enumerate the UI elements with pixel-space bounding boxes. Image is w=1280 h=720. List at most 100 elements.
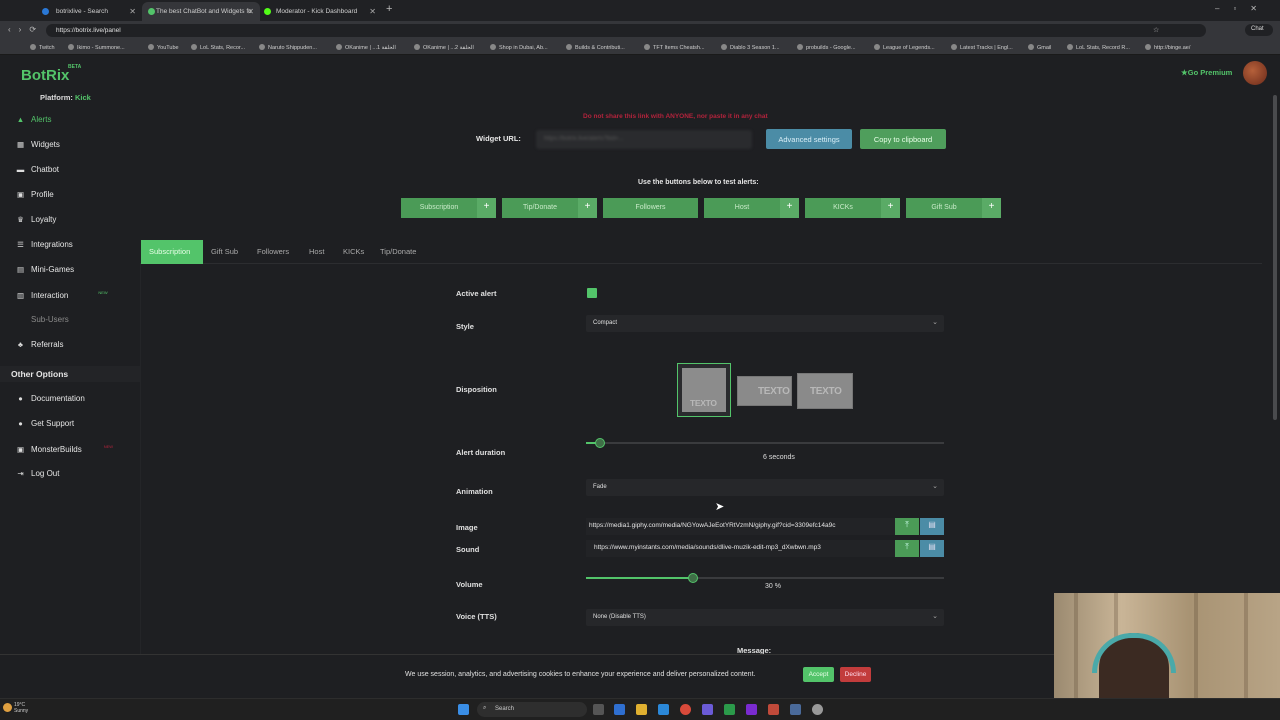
sidebar-item-chatbot[interactable]: ▬ Chatbot xyxy=(16,165,59,174)
upload-image-button[interactable]: ⤒ xyxy=(895,518,919,535)
sidebar-item-widgets[interactable]: ▦ Widgets xyxy=(16,140,60,149)
sidebar-item-documentation[interactable]: ● Documentation xyxy=(16,394,85,403)
sidebar-item-referrals[interactable]: ♣ Referrals xyxy=(16,340,63,349)
nav-arrows-icon[interactable]: ‹›⟳ xyxy=(8,25,44,34)
advanced-settings-button[interactable]: Advanced settings xyxy=(766,129,852,149)
active-alert-checkbox[interactable] xyxy=(587,288,597,298)
avatar[interactable] xyxy=(1243,61,1267,85)
test-tip-button[interactable]: Tip/Donate + xyxy=(502,198,597,218)
bookmark[interactable]: Naruto Shippuden... xyxy=(259,44,317,51)
bookmark[interactable]: Gmail xyxy=(1028,44,1051,51)
browser-tab[interactable]: botrixlive - Search ✕ xyxy=(20,2,142,21)
test-button-label: Subscription xyxy=(419,204,459,211)
sidebar-item-integrations[interactable]: ☰ Integrations xyxy=(16,240,73,249)
taskbar-search[interactable]: ⌕ Search xyxy=(477,702,587,717)
sidebar-item-alerts[interactable]: ▲ Alerts xyxy=(16,115,52,124)
bookmark[interactable]: Diablo 3 Season 1... xyxy=(721,44,780,51)
integrations-icon: ☰ xyxy=(17,240,24,249)
chat-extension-icon[interactable]: Chat xyxy=(1245,24,1273,36)
disposition-option-overlay[interactable]: TEXTO xyxy=(797,373,853,409)
bookmark[interactable]: Twitch xyxy=(30,44,55,51)
style-select[interactable]: Compact ⌄ xyxy=(586,315,944,332)
sidebar-item-mini-games[interactable]: ▤ Mini-Games xyxy=(16,265,74,274)
sidebar-item-sub-users[interactable]: Sub-Users xyxy=(16,315,69,324)
volume-slider[interactable] xyxy=(586,573,944,583)
bookmark[interactable]: LoL Stats, Recor... xyxy=(191,44,245,51)
decline-cookies-button[interactable]: Decline xyxy=(840,667,871,682)
discord-icon[interactable] xyxy=(702,704,713,715)
new-tab-button[interactable]: + xyxy=(386,3,392,15)
bookmark[interactable]: TFT Items Cheatsh... xyxy=(644,44,705,51)
test-host-button[interactable]: Host + xyxy=(704,198,799,218)
windows-start-icon[interactable] xyxy=(458,704,469,715)
bookmark[interactable]: OKanime | ...2 الحلقة xyxy=(414,44,474,51)
bookmark[interactable]: YouTube xyxy=(148,44,179,51)
widget-url-field[interactable]: https://botrix.live/alerts?bid=... xyxy=(536,130,752,149)
test-subscription-button[interactable]: Subscription + xyxy=(401,198,496,218)
voice-tts-select[interactable]: None (Disable TTS) ⌄ xyxy=(586,609,944,626)
bookmark[interactable]: League of Legends... xyxy=(874,44,935,51)
url-field[interactable]: https://botrix.live/panel xyxy=(46,24,1206,37)
twitch-icon[interactable] xyxy=(746,704,757,715)
close-tab-icon[interactable]: ✕ xyxy=(247,7,254,16)
bookmark[interactable]: Latest Tracks | Engl... xyxy=(951,44,1013,51)
sidebar-item-interaction[interactable]: ▥ Interaction NEW xyxy=(16,290,108,300)
page-scrollbar[interactable] xyxy=(1273,95,1277,420)
sound-url-input[interactable]: https://www.myinstants.com/media/sounds/… xyxy=(586,540,896,557)
test-followers-button[interactable]: Followers xyxy=(603,198,698,218)
weather-widget[interactable]: 19°C Sunny xyxy=(3,702,28,714)
bookmark[interactable]: probuilds - Google... xyxy=(797,44,856,51)
test-kicks-button[interactable]: KICKs + xyxy=(805,198,900,218)
sidebar-item-profile[interactable]: ▣ Profile xyxy=(16,190,54,199)
sidebar-item-log-out[interactable]: ⇥ Log Out xyxy=(16,469,59,478)
edge-icon[interactable] xyxy=(658,704,669,715)
image-url-input[interactable]: https://media1.giphy.com/media/NGYowAJeE… xyxy=(586,518,896,535)
tab-kicks[interactable]: KICKs xyxy=(343,240,364,264)
app-icon[interactable] xyxy=(790,704,801,715)
botrix-logo[interactable]: BotRix xyxy=(21,67,69,84)
image-library-button[interactable]: ▤ xyxy=(920,518,944,535)
tab-tip-donate[interactable]: Tip/Donate xyxy=(380,240,416,264)
duration-slider-handle[interactable] xyxy=(595,438,605,448)
browser-tab-active[interactable]: The best ChatBot and Widgets fo ✕ xyxy=(142,2,260,21)
copilot-icon[interactable] xyxy=(614,704,625,715)
bookmark-star-icon[interactable]: ☆ xyxy=(1153,26,1159,34)
duration-slider[interactable] xyxy=(586,438,944,448)
bookmark[interactable]: Ikimo - Summone... xyxy=(68,44,125,51)
tab-followers[interactable]: Followers xyxy=(257,240,289,264)
volume-slider-handle[interactable] xyxy=(688,573,698,583)
sound-library-button[interactable]: ▤ xyxy=(920,540,944,557)
app-icon[interactable] xyxy=(812,704,823,715)
task-view-icon[interactable] xyxy=(593,704,604,715)
bookmark[interactable]: LoL Stats, Record R... xyxy=(1067,44,1130,51)
disposition-text: TEXTO xyxy=(690,398,717,408)
bookmark[interactable]: http://binge.ae/ xyxy=(1145,44,1190,51)
test-gift-sub-button[interactable]: Gift Sub + xyxy=(906,198,1001,218)
close-tab-icon[interactable]: ✕ xyxy=(369,7,376,16)
file-explorer-icon[interactable] xyxy=(636,704,647,715)
sidebar-item-label: MonsterBuilds xyxy=(31,445,82,454)
upload-sound-button[interactable]: ⤒ xyxy=(895,540,919,557)
tab-gift-sub[interactable]: Gift Sub xyxy=(211,240,238,264)
chrome-icon[interactable] xyxy=(680,704,691,715)
obs-icon[interactable] xyxy=(768,704,779,715)
animation-select[interactable]: Fade ⌄ xyxy=(586,479,944,496)
tab-host[interactable]: Host xyxy=(309,240,324,264)
sidebar-item-loyalty[interactable]: ♛ Loyalty xyxy=(16,215,56,224)
browser-tab[interactable]: Moderator - Kick Dashboard ✕ xyxy=(260,2,382,21)
disposition-option-horizontal[interactable]: TEXTO xyxy=(737,376,792,406)
close-tab-icon[interactable]: ✕ xyxy=(129,7,136,16)
go-premium-link[interactable]: ★Go Premium xyxy=(1181,68,1232,77)
accept-cookies-button[interactable]: Accept xyxy=(803,667,834,682)
disposition-option-vertical[interactable]: TEXTO xyxy=(677,363,731,417)
tab-subscription[interactable]: Subscription xyxy=(141,240,203,264)
xbox-icon[interactable] xyxy=(724,704,735,715)
bookmark[interactable]: Builds & Contributi... xyxy=(566,44,625,51)
copy-to-clipboard-button[interactable]: Copy to clipboard xyxy=(860,129,946,149)
window-controls[interactable]: –▫✕ xyxy=(1215,4,1271,13)
sidebar-item-monsterbuilds[interactable]: ▣ MonsterBuilds NEW xyxy=(16,444,113,454)
sidebar-item-label: Interaction xyxy=(31,291,69,300)
bookmark[interactable]: Shop in Dubai, Ab... xyxy=(490,44,548,51)
sidebar-item-get-support[interactable]: ● Get Support xyxy=(16,419,74,428)
bookmark[interactable]: OKanime | ...1 الحلقة xyxy=(336,44,396,51)
